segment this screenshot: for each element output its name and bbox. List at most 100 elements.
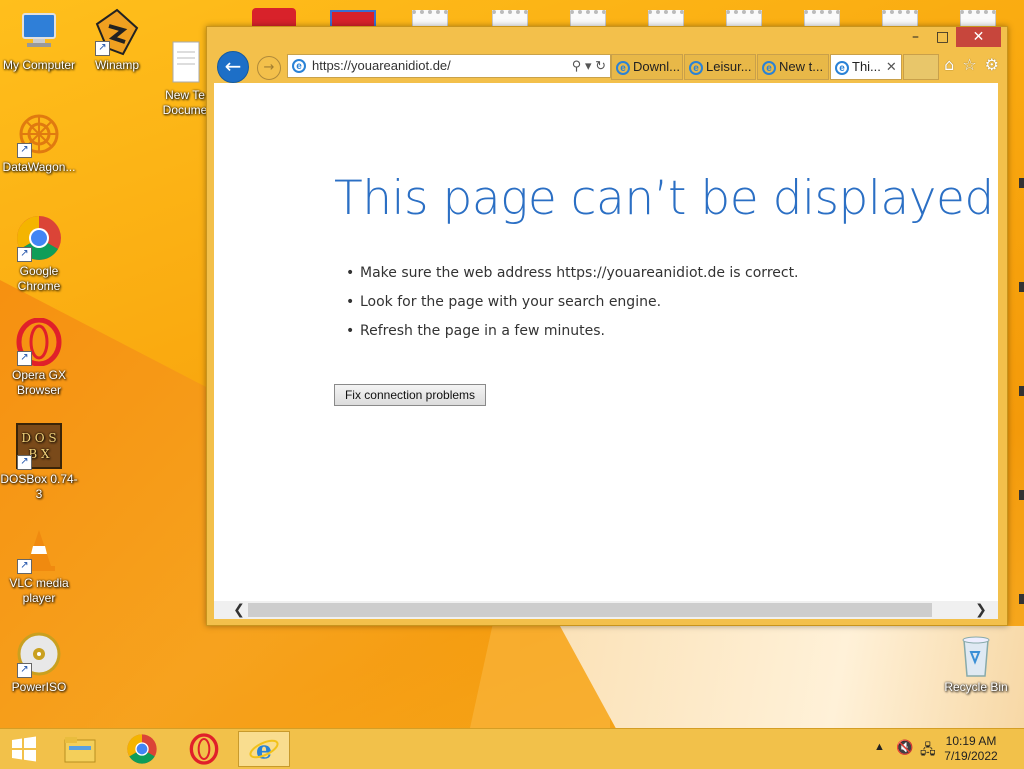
- offscreen-icon-fragment: [1019, 386, 1024, 396]
- scroll-left-icon[interactable]: ❮: [230, 601, 248, 619]
- datawagon-icon: ↗: [15, 110, 63, 158]
- browser-window: – □ ✕ ← → e https://youareanidiot.de/ ⚲ …: [206, 26, 1008, 626]
- clock-time: 10:19 AM: [945, 734, 997, 748]
- shortcut-arrow-icon: ↗: [17, 559, 32, 574]
- clock[interactable]: 10:19 AM 7/19/2022: [936, 734, 1006, 764]
- desktop-icon-label: DataWagon...: [2, 160, 76, 174]
- chrome-icon: [127, 734, 157, 764]
- desktop-icon-label: PowerISO: [11, 680, 67, 694]
- computer-icon: [15, 8, 63, 56]
- desktop-icon-vlc[interactable]: ↗ VLC media player: [0, 526, 78, 606]
- ie-page-icon: e: [689, 60, 703, 75]
- desktop-icon-opera-gx[interactable]: ↗ Opera GX Browser: [0, 317, 78, 398]
- taskbar-opera-gx[interactable]: [180, 731, 228, 767]
- address-bar[interactable]: e https://youareanidiot.de/ ⚲ ▾ ↻: [287, 54, 611, 78]
- svg-text:e: e: [256, 734, 272, 764]
- desktop-icon-google-chrome[interactable]: ↗ Google Chrome: [0, 214, 78, 294]
- back-button[interactable]: ←: [217, 51, 249, 83]
- tab-active[interactable]: e Thi... ✕: [830, 54, 902, 80]
- fix-connection-button[interactable]: Fix connection problems: [334, 384, 486, 406]
- shortcut-arrow-icon: ↗: [17, 455, 32, 470]
- scroll-right-icon[interactable]: ❯: [972, 601, 990, 619]
- shortcut-arrow-icon: ↗: [95, 41, 110, 56]
- offscreen-icon-fragment: [1019, 178, 1024, 188]
- error-tip: Make sure the web address https://youare…: [346, 263, 799, 292]
- offscreen-icon-fragment: [1019, 594, 1024, 604]
- desktop-icon-my-computer[interactable]: My Computer: [0, 8, 78, 73]
- page-content: This page can’t be displayed Make sure t…: [214, 83, 998, 601]
- desktop-icon-label: Winamp: [94, 58, 139, 72]
- tab-leisure[interactable]: e Leisur...: [684, 54, 756, 80]
- shortcut-arrow-icon: ↗: [17, 143, 32, 158]
- navigation-bar: ← → e https://youareanidiot.de/ ⚲ ▾ ↻ eD…: [213, 49, 1001, 83]
- error-tip: Look for the page with your search engin…: [346, 292, 799, 321]
- shortcut-arrow-icon: ↗: [17, 247, 32, 262]
- taskbar: e ▲ 🔇 🖧 10:19 AM 7/19/2022: [0, 728, 1024, 769]
- network-icon[interactable]: 🖧: [920, 739, 936, 763]
- desktop-icon-label: Google Chrome: [17, 264, 61, 293]
- show-hidden-icons-chevron-icon[interactable]: ▲: [874, 741, 885, 753]
- tab-strip: e Downl... e Leisur... e New t... e Thi... ✕: [611, 54, 940, 80]
- ie-page-icon: e: [292, 59, 306, 73]
- opera-gx-icon: ↗: [15, 317, 63, 367]
- dosbox-icon: D O SB X ↗: [15, 422, 63, 470]
- settings-gear-icon[interactable]: ⚙: [985, 55, 999, 74]
- new-tab-button[interactable]: [903, 54, 939, 80]
- error-tip: Refresh the page in a few minutes.: [346, 321, 799, 350]
- taskbar-file-explorer[interactable]: [56, 731, 104, 767]
- window-controls: – □ ✕: [902, 27, 1001, 49]
- address-url: https://youareanidiot.de/: [312, 58, 451, 73]
- ie-page-icon: e: [762, 60, 776, 75]
- search-icon[interactable]: ⚲: [572, 58, 582, 73]
- offscreen-icon-fragment: [1019, 490, 1024, 500]
- clock-date: 7/19/2022: [944, 749, 998, 763]
- internet-explorer-icon: e: [249, 734, 279, 764]
- desktop-icon-label: VLC media player: [9, 576, 69, 605]
- volume-muted-icon[interactable]: 🔇: [896, 739, 913, 756]
- taskbar-chrome[interactable]: [118, 731, 166, 767]
- address-tools: ⚲ ▾ ↻: [572, 55, 606, 77]
- horizontal-scrollbar[interactable]: ❮ ❯: [214, 601, 998, 619]
- desktop-icon-poweriso[interactable]: ↗ PowerISO: [0, 630, 78, 695]
- home-icon[interactable]: ⌂: [944, 55, 954, 74]
- error-title: This page can’t be displayed: [334, 171, 994, 226]
- favorites-star-icon[interactable]: ☆: [962, 55, 976, 74]
- desktop-icon-recycle-bin[interactable]: Recycle Bin: [936, 630, 1016, 695]
- recycle-bin-icon: [952, 630, 1000, 678]
- folder-icon: [64, 737, 96, 763]
- refresh-icon[interactable]: ↻: [595, 58, 606, 73]
- ie-page-icon: e: [835, 60, 849, 75]
- tab-label: New t...: [779, 59, 824, 74]
- tab-label: Leisur...: [706, 59, 752, 74]
- tab-label: Thi...: [852, 59, 881, 74]
- tab-label: Downl...: [633, 59, 680, 74]
- close-button[interactable]: ✕: [956, 27, 1001, 47]
- tab-new[interactable]: e New t...: [757, 54, 829, 80]
- start-button[interactable]: [0, 731, 48, 767]
- minimize-button[interactable]: –: [902, 27, 929, 47]
- disc-icon: ↗: [15, 630, 63, 678]
- system-tray: ▲ 🔇 🖧 10:19 AM 7/19/2022: [824, 729, 1024, 769]
- shortcut-arrow-icon: ↗: [17, 663, 32, 678]
- windows-logo-icon: [12, 736, 36, 762]
- text-document-icon: [161, 23, 209, 83]
- winamp-icon: ↗: [93, 8, 141, 56]
- offscreen-icon-fragment: [1019, 282, 1024, 292]
- scrollbar-thumb[interactable]: [248, 603, 932, 617]
- vlc-cone-icon: ↗: [15, 526, 63, 574]
- tab-downloads[interactable]: e Downl...: [611, 54, 683, 80]
- shortcut-arrow-icon: ↗: [17, 351, 32, 366]
- close-tab-icon[interactable]: ✕: [886, 59, 897, 74]
- svg-text:D O S: D O S: [21, 431, 56, 445]
- ie-page-icon: e: [616, 60, 630, 75]
- desktop-icon-datawagon[interactable]: ↗ DataWagon...: [0, 110, 78, 175]
- desktop-icon-dosbox[interactable]: D O SB X ↗ DOSBox 0.74-3: [0, 422, 78, 502]
- desktop-icon-label: My Computer: [2, 58, 76, 72]
- desktop-icon-winamp[interactable]: ↗ Winamp: [78, 8, 156, 73]
- maximize-button[interactable]: □: [929, 27, 956, 47]
- taskbar-internet-explorer[interactable]: e: [238, 731, 290, 767]
- chrome-icon: ↗: [15, 214, 63, 262]
- desktop-icon-label: DOSBox 0.74-3: [0, 472, 78, 501]
- forward-button[interactable]: →: [257, 56, 281, 80]
- dropdown-arrow-icon[interactable]: ▾: [585, 58, 592, 73]
